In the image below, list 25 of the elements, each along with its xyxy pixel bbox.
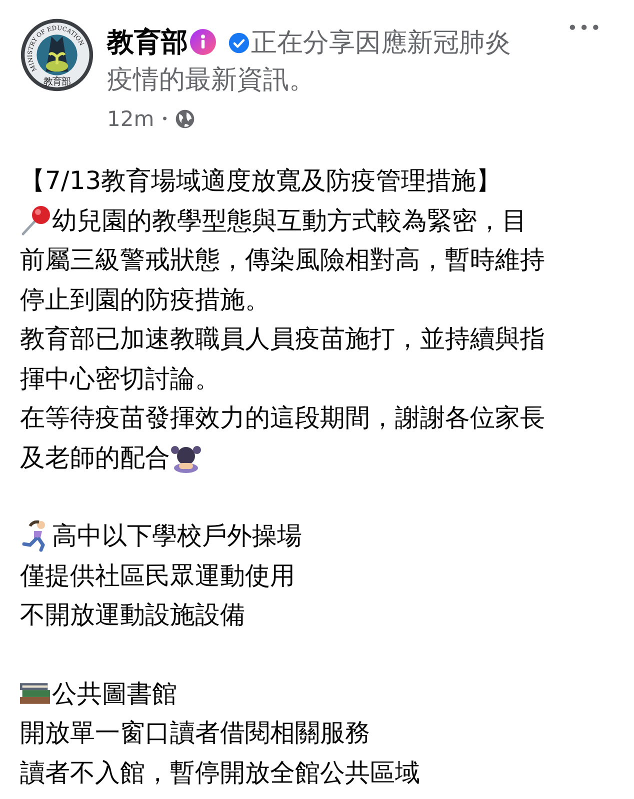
verified-icon [228,32,250,54]
info-badge-icon [190,29,216,55]
status-text: 疫情的最新資訊。 [107,65,315,95]
post-text-line: 在等待疫苗發揮效力的這段期間，謝謝各位家長 [20,402,545,434]
post-text-line: 幼兒園的教學型態與互動方式較為緊密，目 [52,204,527,237]
post-text-line: 停止到園的防疫措施。 [20,284,270,316]
post-text-line: 高中以下學校戶外操場 [52,520,302,552]
post-time[interactable]: 12m [107,107,154,131]
books-icon [20,682,50,704]
post-text-line: 【7/13教育場域適度放寬及防疫管理措施】 [20,165,502,198]
globe-icon [175,109,196,129]
status-text: 正在分享因應新冠肺炎 [251,28,511,58]
post-text-line: 公共圖書館 [52,678,177,710]
post-text-line: 教育部已加速教職員人員疫苗施打，並持續與指 [20,323,545,356]
post-text-line: 前屬三級警戒狀態，傳染風險相對高，暫時維持 [20,244,545,276]
post-text-line: 揮中心密切討論。 [20,362,220,395]
post-text-line: 不開放運動設施設備 [20,599,245,632]
post-text-line: 及老師的配合 [20,442,170,474]
post-text-line: 僅提供社區民眾運動使用 [20,560,295,592]
separator-dot: • [161,112,168,126]
post-text-line: 開放單一窗口讀者借閱相關服務 [20,717,370,750]
more-options-button[interactable]: ••• [567,18,602,39]
post-text-line: 讀者不入館，暫停開放全館公共區域 [20,756,420,789]
author-name[interactable]: 教育部 [107,27,188,58]
pushpin-icon [20,204,52,236]
